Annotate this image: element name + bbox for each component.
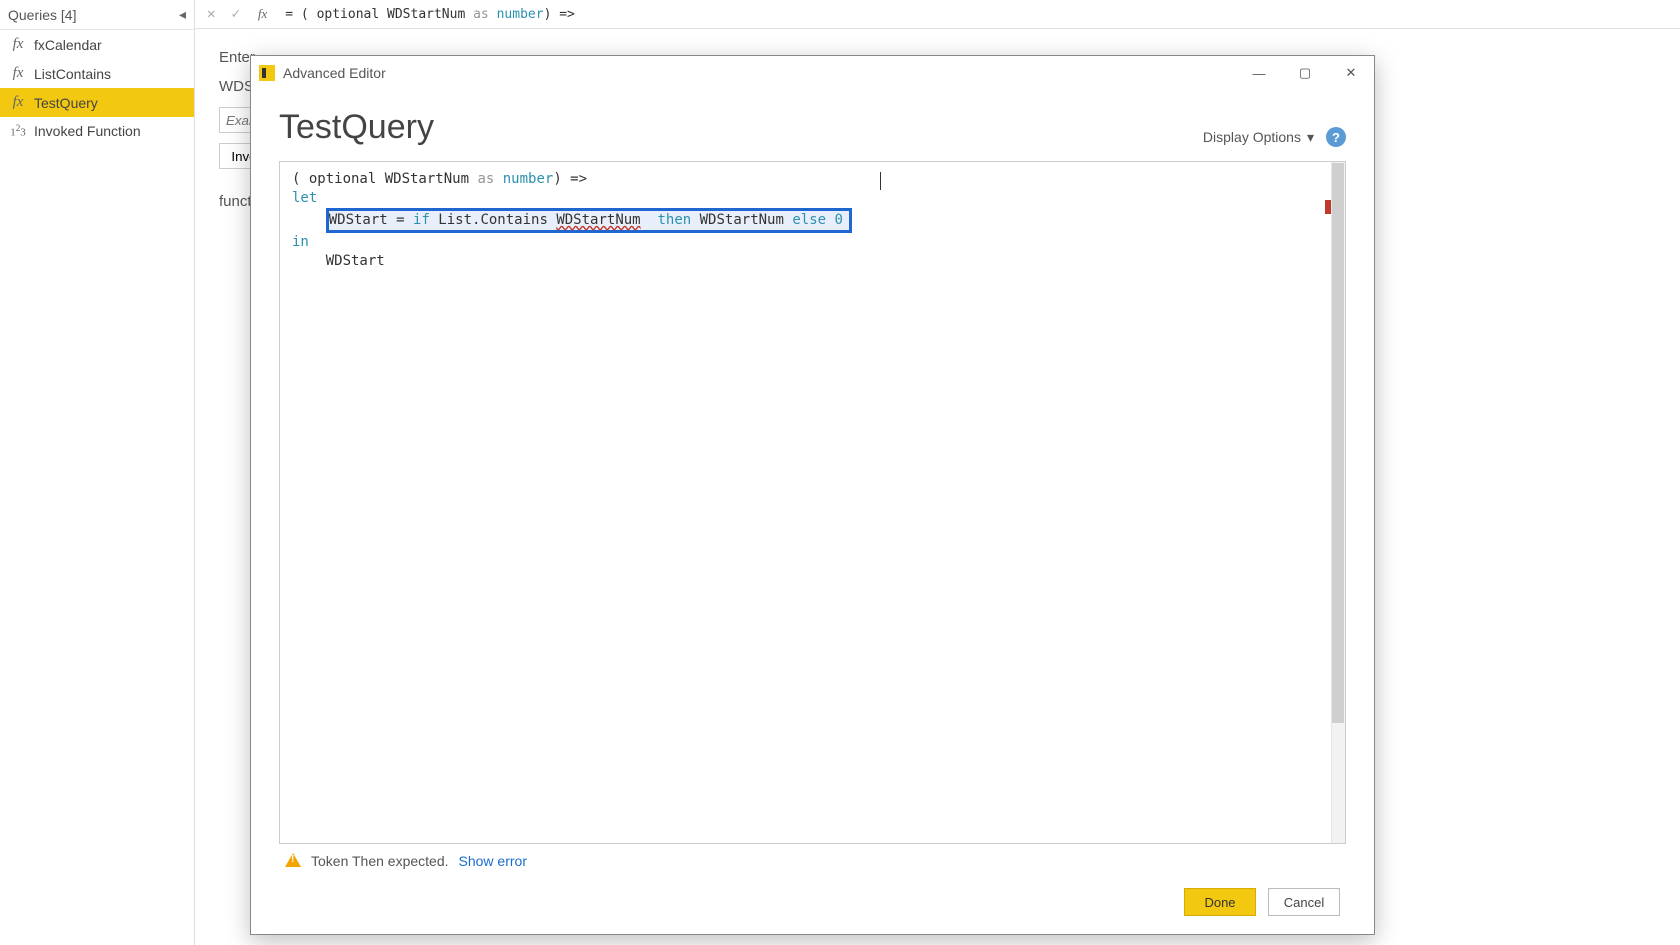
query-name-heading: TestQuery	[279, 108, 434, 147]
query-label: Invoked Function	[34, 123, 141, 139]
query-label: TestQuery	[34, 95, 98, 111]
warning-icon	[285, 853, 301, 869]
query-item-testquery[interactable]: fx TestQuery	[0, 88, 194, 117]
query-item-invokedfunction[interactable]: 123 Invoked Function	[0, 117, 194, 145]
help-icon[interactable]: ?	[1326, 127, 1346, 147]
code-line[interactable]: in	[292, 233, 1335, 252]
queries-title: Queries [4]	[8, 7, 76, 23]
queries-header: Queries [4] ◂	[0, 0, 194, 30]
error-marker[interactable]	[1325, 200, 1331, 214]
query-label: ListContains	[34, 66, 111, 82]
text-cursor	[880, 172, 881, 190]
close-button[interactable]: ✕	[1328, 56, 1374, 90]
scrollbar[interactable]	[1331, 162, 1345, 843]
formula-bar: ✕ ✓ fx = ( optional WDStartNum as number…	[195, 0, 1680, 29]
code-line[interactable]: let	[292, 189, 1335, 208]
app-icon	[259, 65, 275, 81]
queries-panel: Queries [4] ◂ fx fxCalendar fx ListConta…	[0, 0, 195, 945]
code-line[interactable]: WDStart	[292, 252, 1335, 271]
dialog-title: Advanced Editor	[283, 65, 386, 81]
advanced-editor-dialog: Advanced Editor — ▢ ✕ TestQuery Display …	[250, 55, 1375, 935]
show-error-link[interactable]: Show error	[459, 853, 527, 869]
collapse-panel-icon[interactable]: ◂	[179, 6, 186, 23]
formula-text[interactable]: = ( optional WDStartNum as number) =>	[281, 5, 1672, 24]
dialog-body: TestQuery Display Options ▾ ? ( optional…	[251, 90, 1374, 934]
number-icon: 123	[10, 123, 26, 139]
dialog-button-row: Done Cancel	[279, 878, 1346, 926]
maximize-button[interactable]: ▢	[1282, 56, 1328, 90]
scrollbar-thumb[interactable]	[1332, 163, 1344, 723]
chevron-down-icon: ▾	[1307, 129, 1314, 146]
dialog-titlebar[interactable]: Advanced Editor — ▢ ✕	[251, 56, 1374, 90]
accept-formula-icon[interactable]: ✓	[227, 6, 243, 22]
code-editor[interactable]: ( optional WDStartNum as number) => let …	[279, 161, 1346, 844]
error-status-row: Token Then expected. Show error	[279, 844, 1346, 878]
minimize-button[interactable]: —	[1236, 56, 1282, 90]
error-message: Token Then expected.	[311, 853, 449, 869]
function-icon: fx	[10, 36, 26, 53]
display-options-dropdown[interactable]: Display Options ▾	[1203, 129, 1314, 146]
query-label: fxCalendar	[34, 37, 102, 53]
code-line-highlighted[interactable]: WDStart = if List.Contains WDStartNum th…	[292, 208, 1335, 233]
fx-icon[interactable]: fx	[252, 6, 273, 22]
done-button[interactable]: Done	[1184, 888, 1256, 916]
query-item-listcontains[interactable]: fx ListContains	[0, 59, 194, 88]
function-icon: fx	[10, 94, 26, 111]
cancel-formula-icon[interactable]: ✕	[203, 6, 219, 22]
code-line[interactable]: ( optional WDStartNum as number) =>	[292, 170, 1335, 189]
cancel-button[interactable]: Cancel	[1268, 888, 1340, 916]
query-item-fxcalendar[interactable]: fx fxCalendar	[0, 30, 194, 59]
function-icon: fx	[10, 65, 26, 82]
